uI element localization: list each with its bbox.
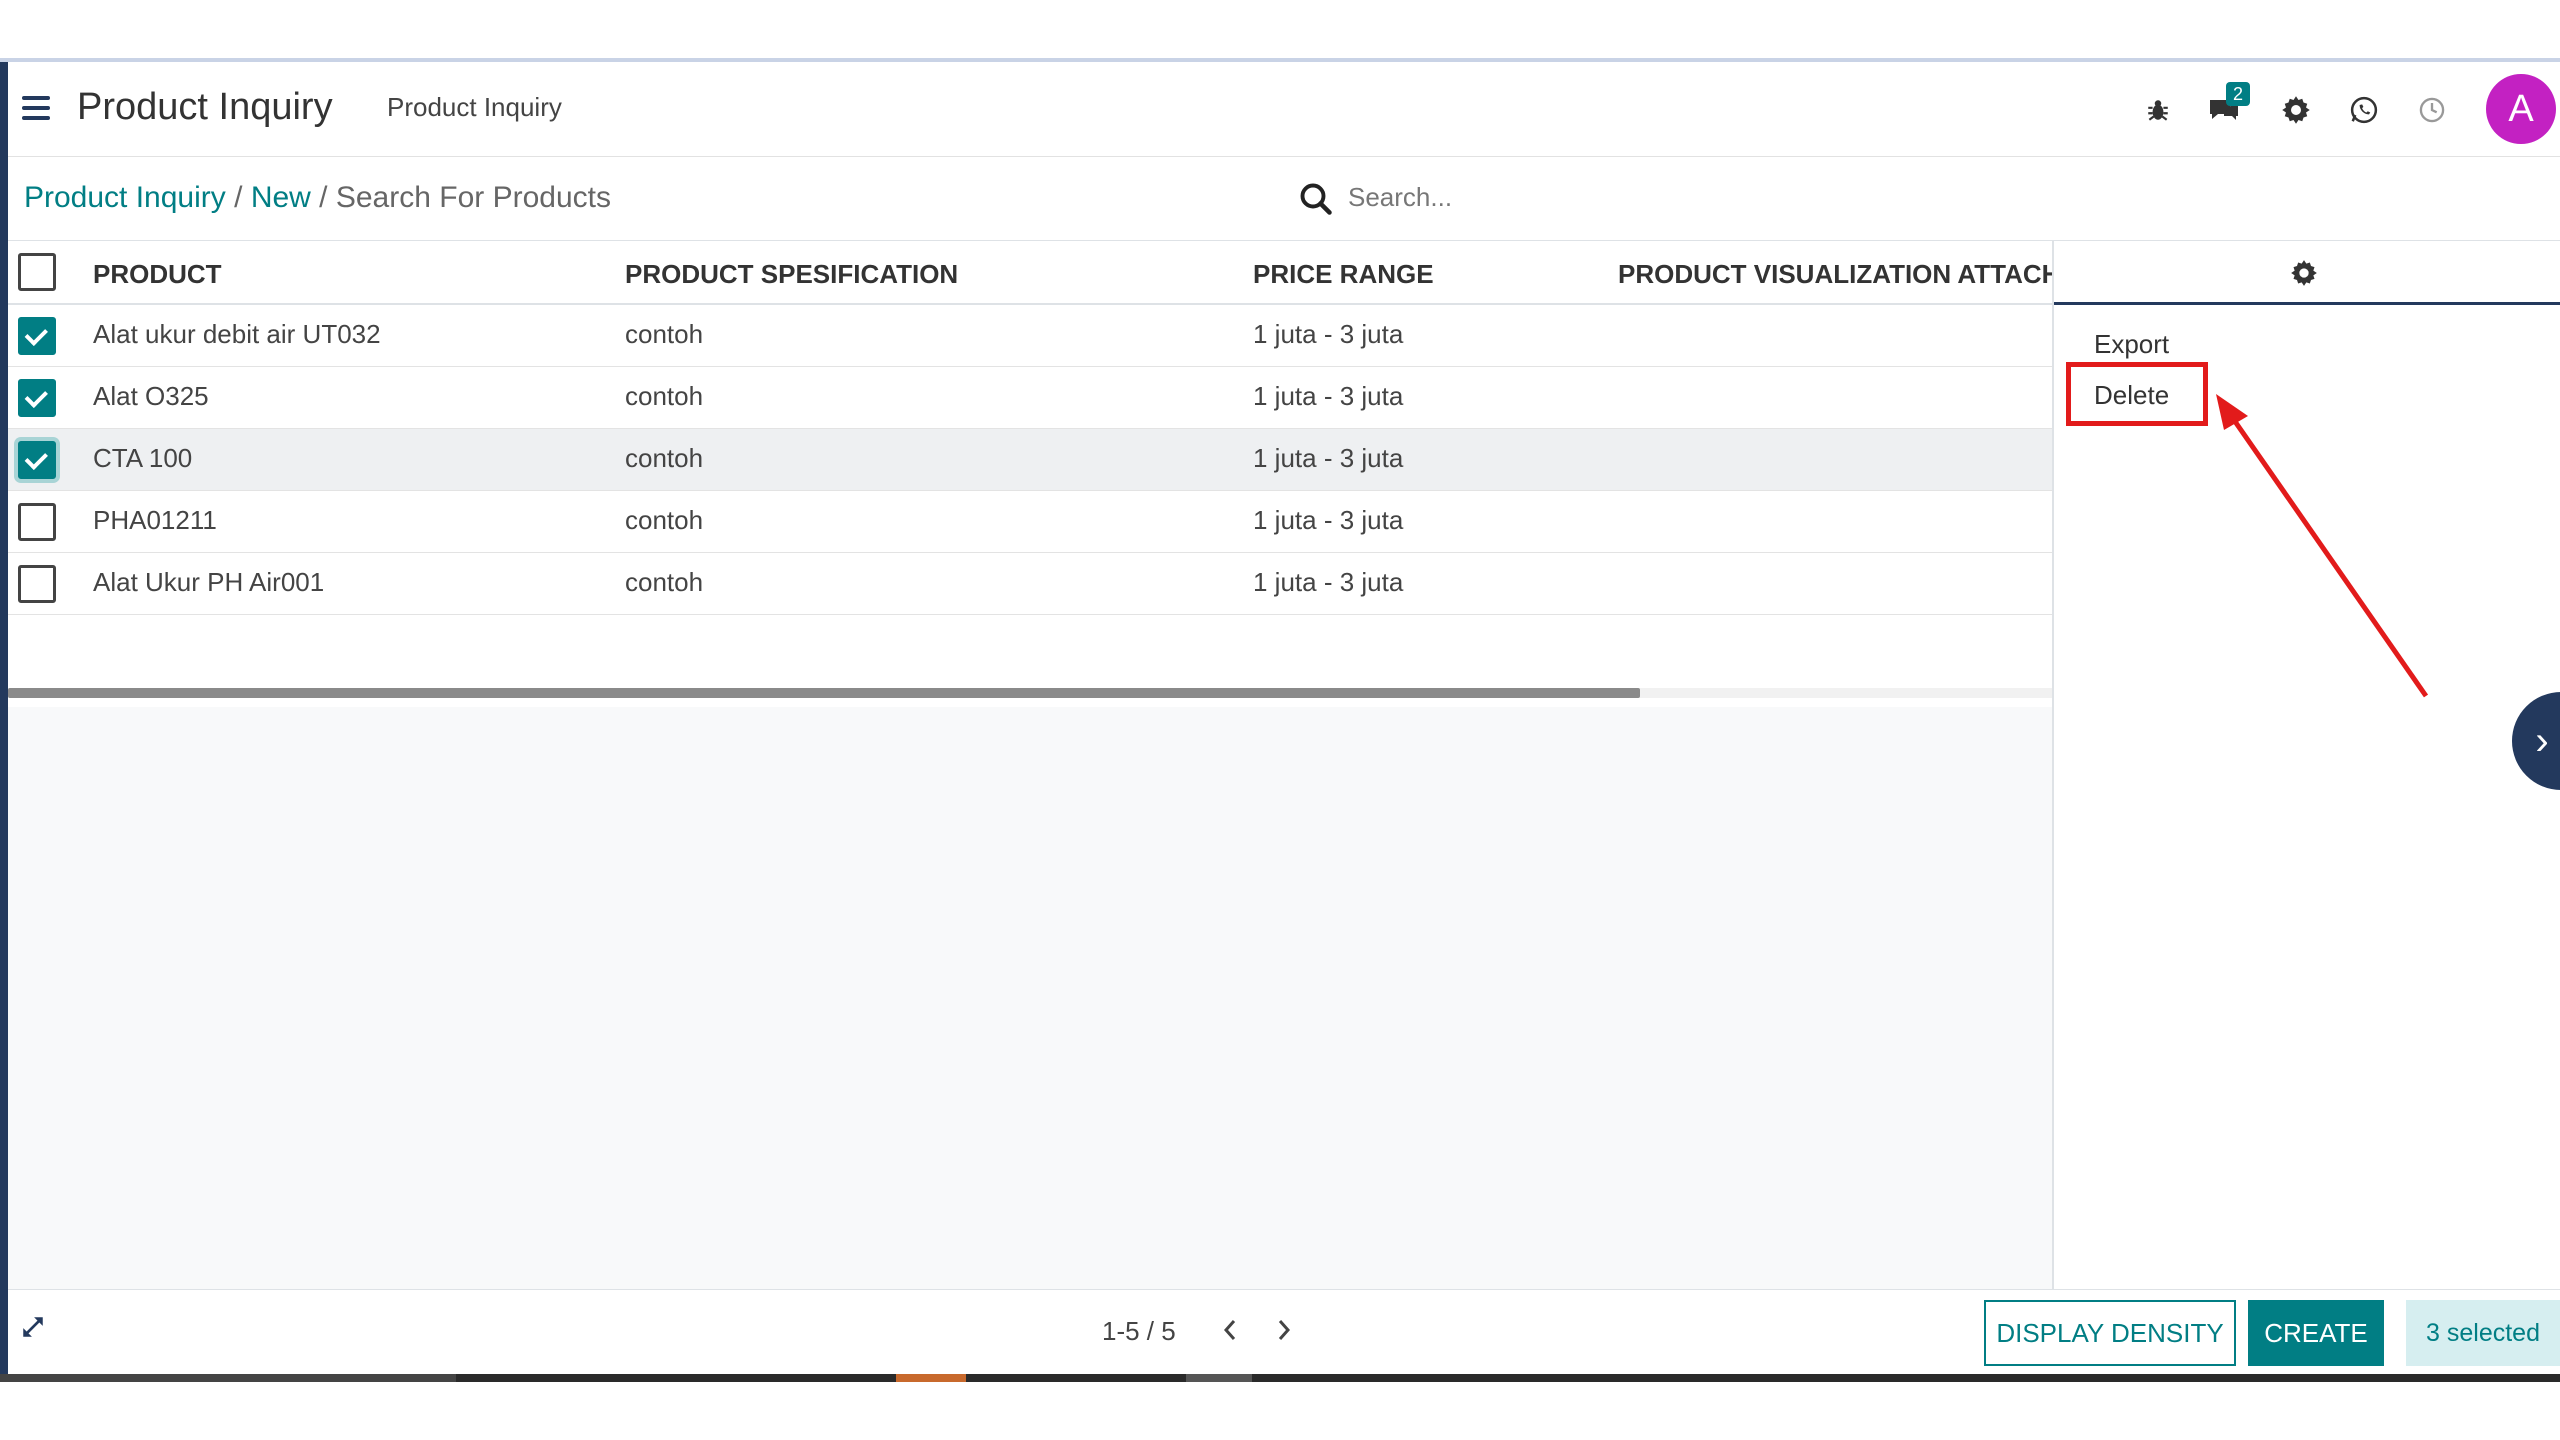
price-range-cell: 1 juta - 3 juta xyxy=(1253,443,1404,473)
chat-icon[interactable]: 2 xyxy=(2204,82,2250,130)
action-export[interactable]: Export xyxy=(2094,329,2169,360)
specification-cell: contoh xyxy=(625,319,704,349)
bottom-taskbar-strip xyxy=(0,1374,2560,1382)
column-header-visualization-attachment[interactable]: PRODUCT VISUALIZATION ATTACHMENT xyxy=(1618,259,2052,290)
whatsapp-icon[interactable] xyxy=(2344,90,2384,130)
horizontal-scrollbar-thumb[interactable] xyxy=(8,688,1640,698)
table-row[interactable]: PHA01211 contoh 1 juta - 3 juta xyxy=(8,491,2052,553)
price-range-cell: 1 juta - 3 juta xyxy=(1253,505,1404,535)
product-list-table: PRODUCT PRODUCT SPESIFICATION PRICE RANG… xyxy=(8,241,2052,707)
breadcrumb-separator: / xyxy=(319,181,328,214)
menu-product-inquiry[interactable]: Product Inquiry xyxy=(387,92,562,123)
create-button[interactable]: CREATE xyxy=(2248,1300,2384,1366)
control-panel: Product Inquiry / New / Search For Produ… xyxy=(8,157,2560,241)
row-checkbox[interactable] xyxy=(18,441,56,479)
product-name-cell: Alat ukur debit air UT032 xyxy=(93,319,381,349)
column-header-specification[interactable]: PRODUCT SPESIFICATION xyxy=(625,259,958,290)
price-range-cell: 1 juta - 3 juta xyxy=(1253,319,1404,349)
delete-highlight-annotation xyxy=(2066,362,2208,426)
select-all-checkbox[interactable] xyxy=(18,253,56,291)
pager-value[interactable]: 1-5 / 5 xyxy=(1102,1316,1176,1347)
display-density-button[interactable]: DISPLAY DENSITY xyxy=(1984,1300,2236,1366)
pager-previous-icon[interactable] xyxy=(1212,1310,1248,1350)
price-range-cell: 1 juta - 3 juta xyxy=(1253,567,1404,597)
pager-next-icon[interactable] xyxy=(1266,1310,1302,1350)
left-border xyxy=(0,62,8,1380)
table-row[interactable]: Alat Ukur PH Air001 contoh 1 juta - 3 ju… xyxy=(8,553,2052,615)
table-row[interactable]: CTA 100 contoh 1 juta - 3 juta xyxy=(8,429,2052,491)
column-header-price-range[interactable]: PRICE RANGE xyxy=(1253,259,1434,290)
product-name-cell: PHA01211 xyxy=(93,505,217,535)
product-name-cell: CTA 100 xyxy=(93,443,193,473)
actions-panel: Export Delete xyxy=(2052,241,2560,1289)
action-gear-icon[interactable] xyxy=(2290,259,2320,289)
specification-cell: contoh xyxy=(625,381,704,411)
expand-icon[interactable] xyxy=(20,1314,50,1344)
screen-top-strip xyxy=(0,0,2560,60)
row-checkbox[interactable] xyxy=(18,503,56,541)
messages-badge: 2 xyxy=(2226,82,2250,106)
breadcrumb-current: Search For Products xyxy=(335,181,611,214)
list-footer: 1-5 / 5 DISPLAY DENSITY CREATE 3 selecte… xyxy=(8,1289,2560,1380)
user-avatar[interactable]: A xyxy=(2486,74,2556,144)
product-name-cell: Alat O325 xyxy=(93,381,209,411)
row-checkbox[interactable] xyxy=(18,379,56,417)
settings-icon[interactable] xyxy=(2276,90,2316,130)
table-row[interactable]: Alat O325 contoh 1 juta - 3 juta xyxy=(8,367,2052,429)
clock-icon[interactable] xyxy=(2412,90,2452,130)
search-input[interactable] xyxy=(1348,177,2248,217)
selected-count-badge: 3 selected xyxy=(2406,1300,2560,1366)
breadcrumb-separator: / xyxy=(234,181,243,214)
row-checkbox[interactable] xyxy=(18,565,56,603)
table-header: PRODUCT PRODUCT SPESIFICATION PRICE RANG… xyxy=(8,241,2052,305)
row-checkbox[interactable] xyxy=(18,317,56,355)
bug-icon[interactable] xyxy=(2138,90,2178,130)
breadcrumb: Product Inquiry / New / Search For Produ… xyxy=(24,181,611,215)
app-title: Product Inquiry xyxy=(77,86,333,128)
column-header-product[interactable]: PRODUCT xyxy=(93,259,222,290)
table-row[interactable]: Alat ukur debit air UT032 contoh 1 juta … xyxy=(8,305,2052,367)
breadcrumb-new[interactable]: New xyxy=(251,181,311,214)
specification-cell: contoh xyxy=(625,443,704,473)
specification-cell: contoh xyxy=(625,505,704,535)
hamburger-menu-icon[interactable] xyxy=(22,96,50,120)
top-navbar: Product Inquiry Product Inquiry 2 A xyxy=(8,62,2560,157)
search-icon[interactable] xyxy=(1298,181,1338,221)
actions-panel-header xyxy=(2054,241,2560,305)
breadcrumb-product-inquiry[interactable]: Product Inquiry xyxy=(24,181,226,214)
price-range-cell: 1 juta - 3 juta xyxy=(1253,381,1404,411)
product-name-cell: Alat Ukur PH Air001 xyxy=(93,567,325,597)
specification-cell: contoh xyxy=(625,567,704,597)
